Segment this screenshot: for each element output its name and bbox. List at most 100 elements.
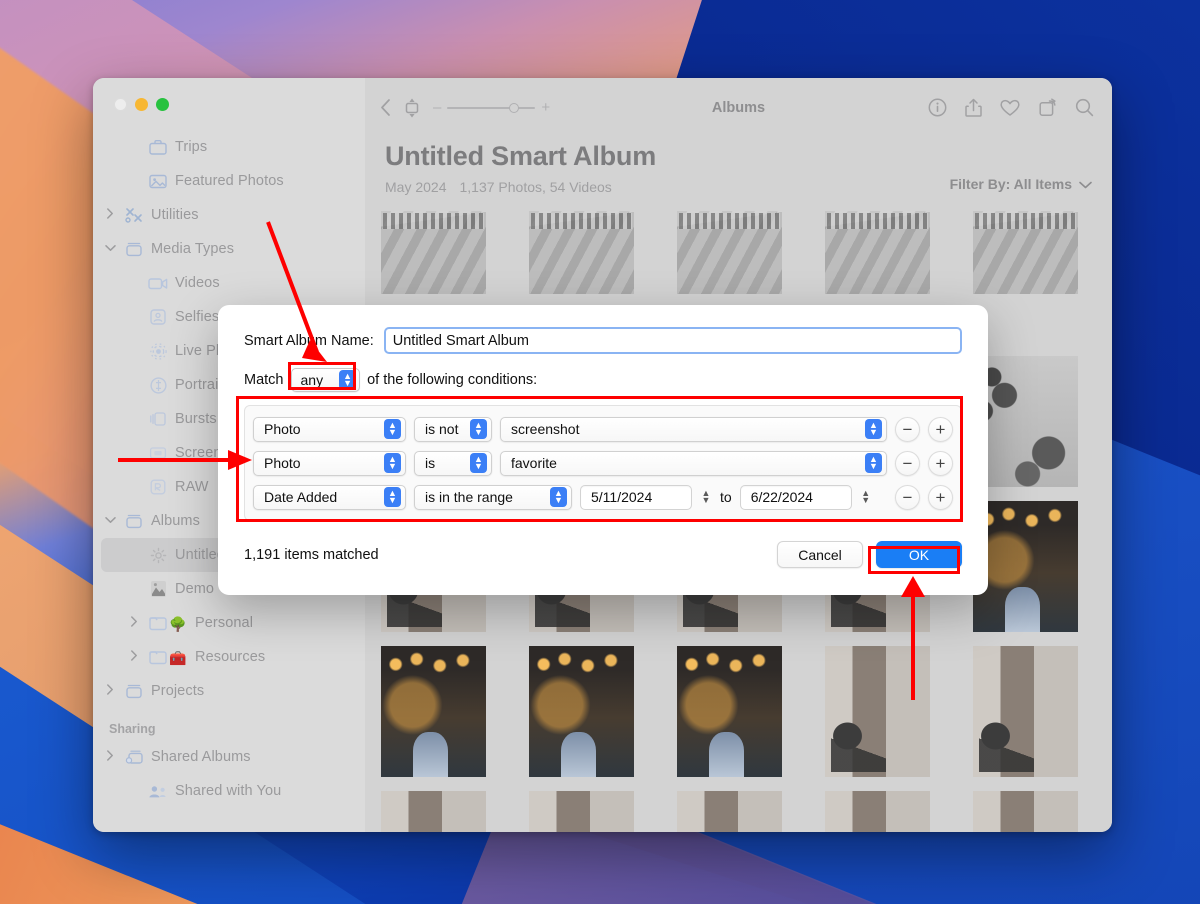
chevron-down-icon[interactable] [103,515,117,527]
sidebar-item-shared-albums[interactable]: Shared Albums [93,740,365,774]
photo-thumbnail[interactable] [973,646,1078,777]
sidebar-item-media-types[interactable]: Media Types [93,232,365,266]
photo-thumbnail[interactable] [825,646,930,777]
photo-cell[interactable] [381,791,529,832]
sidebar-item-resources[interactable]: 🧰 Resources [93,640,365,674]
remove-condition-button[interactable]: − [895,450,920,476]
photo-thumbnail[interactable] [973,356,1078,487]
photo-thumbnail[interactable] [677,211,782,294]
photo-cell[interactable] [973,356,1112,501]
condition-value-popup[interactable]: screenshot ▲ ▼ [500,416,887,442]
photo-thumbnail[interactable] [973,211,1078,294]
photo-thumbnail[interactable] [529,646,634,777]
aspect-ratio-icon[interactable] [403,97,421,119]
photo-thumbnail[interactable] [529,211,634,294]
stepper-icon[interactable]: ▲ ▼ [860,486,872,508]
condition-value-popup-value: favorite [511,455,557,471]
chevron-right-icon[interactable] [103,750,117,764]
condition-operator-popup[interactable]: is in the range ▲ ▼ [414,484,572,510]
chevron-down-icon[interactable] [103,243,117,255]
add-condition-button[interactable]: + [928,416,953,442]
photo-cell[interactable] [529,791,677,832]
photo-thumbnail[interactable] [973,501,1078,632]
condition-attribute-popup[interactable]: Photo ▲ ▼ [253,450,406,476]
sidebar-section-sharing: Sharing [109,722,156,736]
condition-operator-popup[interactable]: is ▲ ▼ [414,450,492,476]
minimize-button[interactable] [135,97,148,111]
featured-icon [147,172,169,190]
maximize-button[interactable] [156,97,169,111]
shared-with-you-icon [147,782,169,800]
photo-cell[interactable] [381,646,529,791]
zoom-out-label[interactable]: – [433,99,441,116]
share-icon[interactable] [965,98,982,118]
condition-value-popup[interactable]: favorite ▲ ▼ [500,450,887,476]
photo-thumbnail[interactable] [825,211,930,294]
album-date: May 2024 [385,179,447,195]
photo-cell[interactable] [677,646,825,791]
ok-button[interactable]: OK [876,541,962,568]
match-row: Match any ▲ ▼ of the following conditions… [244,368,962,392]
condition-attribute-popup[interactable]: Photo ▲ ▼ [253,416,406,442]
sidebar-item-utilities[interactable]: Utilities [93,198,365,232]
condition-operator-popup[interactable]: is not ▲ ▼ [414,416,492,442]
chevron-updown-icon: ▲ ▼ [865,453,882,473]
cancel-button[interactable]: Cancel [777,541,863,568]
search-icon[interactable] [1075,98,1094,117]
smart-album-name-row: Smart Album Name: [244,327,962,354]
add-condition-button[interactable]: + [928,484,953,510]
photo-thumbnail[interactable] [381,211,486,294]
match-any-popup[interactable]: any ▲ ▼ [290,368,361,392]
chevron-right-icon[interactable] [127,616,141,630]
photo-cell[interactable] [825,791,973,832]
remove-condition-button[interactable]: − [895,416,920,442]
photo-thumbnail[interactable] [677,791,782,832]
rotate-icon[interactable] [1038,98,1057,117]
photo-thumbnail[interactable] [529,791,634,832]
folder-toolbox-icon: 🧰 [147,648,189,666]
photo-thumbnail[interactable] [381,646,486,777]
chevron-right-icon[interactable] [103,684,117,698]
sidebar-item-videos[interactable]: Videos [93,266,365,300]
photo-thumbnail[interactable] [973,791,1078,832]
chevron-down-icon [1079,176,1092,192]
sidebar-item-featured-photos[interactable]: Featured Photos [93,164,365,198]
sidebar-item-projects[interactable]: Projects [93,674,365,708]
condition-attribute-popup-value: Photo [264,421,301,437]
sidebar-item-trips[interactable]: Trips [93,130,365,164]
chevron-right-icon[interactable] [103,208,117,222]
add-condition-button[interactable]: + [928,450,953,476]
photo-cell[interactable] [677,791,825,832]
shared-albums-icon [123,748,145,766]
photo-cell[interactable] [973,211,1112,356]
close-button[interactable] [114,97,127,111]
condition-attribute-popup[interactable]: Date Added ▲ ▼ [253,484,406,510]
toolbar-actions [928,98,1094,118]
zoom-knob[interactable] [509,102,520,113]
date-to-field[interactable]: 6/22/2024 [739,484,852,510]
zoom-in-label[interactable]: + [541,99,550,116]
chevron-left-icon[interactable] [379,98,391,117]
sidebar-item-shared-with-you[interactable]: Shared with You [93,774,365,808]
photo-cell[interactable] [973,501,1112,646]
zoom-slider[interactable]: – + [433,99,550,116]
sidebar-item-label: Shared with You [175,783,282,799]
remove-condition-button[interactable]: − [895,484,920,510]
photo-cell[interactable] [973,646,1112,791]
photo-cell[interactable] [973,791,1112,832]
photo-cell[interactable] [825,646,973,791]
smart-album-name-input[interactable] [383,327,962,354]
sidebar-item-personal[interactable]: 🌳 Personal [93,606,365,640]
chevron-right-icon[interactable] [127,650,141,664]
photo-cell[interactable] [529,646,677,791]
heart-icon[interactable] [1000,99,1020,117]
filter-by-button[interactable]: Filter By: All Items [950,176,1092,192]
photo-thumbnail[interactable] [381,791,486,832]
photo-thumbnail[interactable] [825,791,930,832]
zoom-track[interactable] [447,102,536,113]
portrait-icon [147,376,169,394]
info-circle-icon[interactable] [928,98,947,117]
date-from-field[interactable]: 5/11/2024 [580,484,692,510]
photo-thumbnail[interactable] [677,646,782,777]
stepper-icon[interactable]: ▲ ▼ [700,486,712,508]
